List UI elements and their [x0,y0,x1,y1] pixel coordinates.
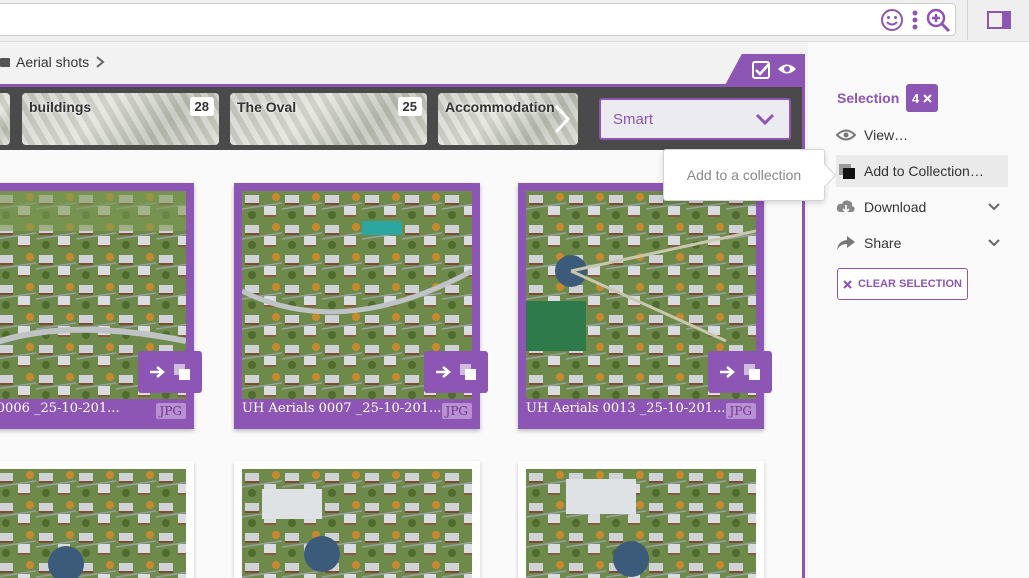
image-card[interactable]: UH Aerials 0007 _25-10-201... JPG [234,183,488,429]
file-type-badge: JPG [725,403,756,419]
menu-item-view[interactable]: View… [836,119,1008,151]
chevron-down-icon [988,239,1000,247]
category-name: The Oval [237,99,297,115]
category-count: 28 [189,97,214,116]
category-name: Accommodation [445,99,555,115]
image-card[interactable]: erials 0006 _25-10-201... JPG [0,183,202,429]
menu-item-share[interactable]: Share [836,227,1008,259]
image-caption: erials 0006 _25-10-201... [0,401,120,416]
select-all-icon[interactable] [751,60,771,80]
menu-item-label: Download [864,199,927,215]
chevron-down-icon [755,113,775,126]
selection-count: 4 [912,90,920,106]
zoom-in-icon[interactable] [926,8,952,32]
image-thumbnail[interactable] [526,469,756,578]
image-card[interactable] [518,461,764,578]
image-caption: UH Aerials 0007 _25-10-201... [242,401,442,416]
breadcrumb: Aerial shots [0,52,105,72]
file-type-badge: JPG [441,403,472,419]
top-bar [0,0,1029,42]
selection-count-badge[interactable]: 4 [906,84,939,112]
menu-item-download[interactable]: Download [836,191,1008,223]
tooltip-text: Add to a collection [686,167,802,183]
panel-toggle-button[interactable] [967,0,1029,40]
panel-corner-tab [724,54,805,87]
file-type-badge: JPG [155,403,186,419]
chevron-down-icon [988,203,1000,211]
card-actions[interactable] [138,351,202,393]
selection-title: Selection [837,90,900,106]
category-tile[interactable]: The Oval 25 [230,93,427,145]
selection-panel: Selection 4 View… Add to Collection… Dow… [808,42,1029,578]
card-actions[interactable] [708,351,772,393]
copy-icon[interactable] [743,363,761,381]
more-vertical-icon[interactable] [910,8,920,32]
breadcrumb-label[interactable]: Aerial shots [16,54,89,70]
sidebar-panel-icon [986,11,1011,29]
close-icon [843,279,852,289]
clear-selection-label: CLEAR SELECTION [858,278,962,290]
category-tile[interactable]: buildings 28 [22,93,219,145]
eye-icon [836,129,856,141]
share-icon [837,236,855,250]
menu-item-label: Share [864,235,902,251]
folder-icon [0,57,10,67]
image-card[interactable]: UH Aerials 0013 _25-10-201... JPG [518,183,772,429]
chevron-right-icon [554,104,571,133]
category-tile-partial[interactable] [0,93,10,145]
image-thumbnail[interactable] [242,469,472,578]
menu-item-label: View… [864,127,909,143]
sort-select-value: Smart [613,110,654,128]
search-actions [880,8,952,32]
arrow-right-icon[interactable] [435,365,451,379]
image-card[interactable] [0,461,194,578]
copy-icon[interactable] [459,363,477,381]
category-count: 25 [397,97,422,116]
collection-icon [839,164,855,179]
arrow-right-icon[interactable] [149,365,165,379]
search-input[interactable] [0,3,956,36]
category-name: buildings [29,99,92,115]
copy-icon[interactable] [173,363,191,381]
card-actions[interactable] [424,351,488,393]
strip-next-button[interactable] [545,87,579,150]
eye-icon[interactable] [777,62,797,76]
sort-select[interactable]: Smart [599,98,791,140]
menu-item-label: Add to Collection… [864,163,984,179]
image-card[interactable] [234,461,480,578]
image-thumbnail[interactable] [0,469,186,578]
close-icon[interactable] [923,93,932,103]
app-root: Aerial shots buildings 28 The Oval 25 Ac… [0,0,1029,578]
cloud-download-icon [836,200,855,214]
tooltip: Add to a collection [663,149,825,201]
menu-item-add-to-collection[interactable]: Add to Collection… [836,155,1008,187]
clear-selection-button[interactable]: CLEAR SELECTION [837,268,968,300]
chevron-right-icon [96,56,105,68]
smiley-icon[interactable] [880,8,904,32]
image-caption: UH Aerials 0013 _25-10-201... [526,401,726,416]
arrow-right-icon[interactable] [719,365,735,379]
